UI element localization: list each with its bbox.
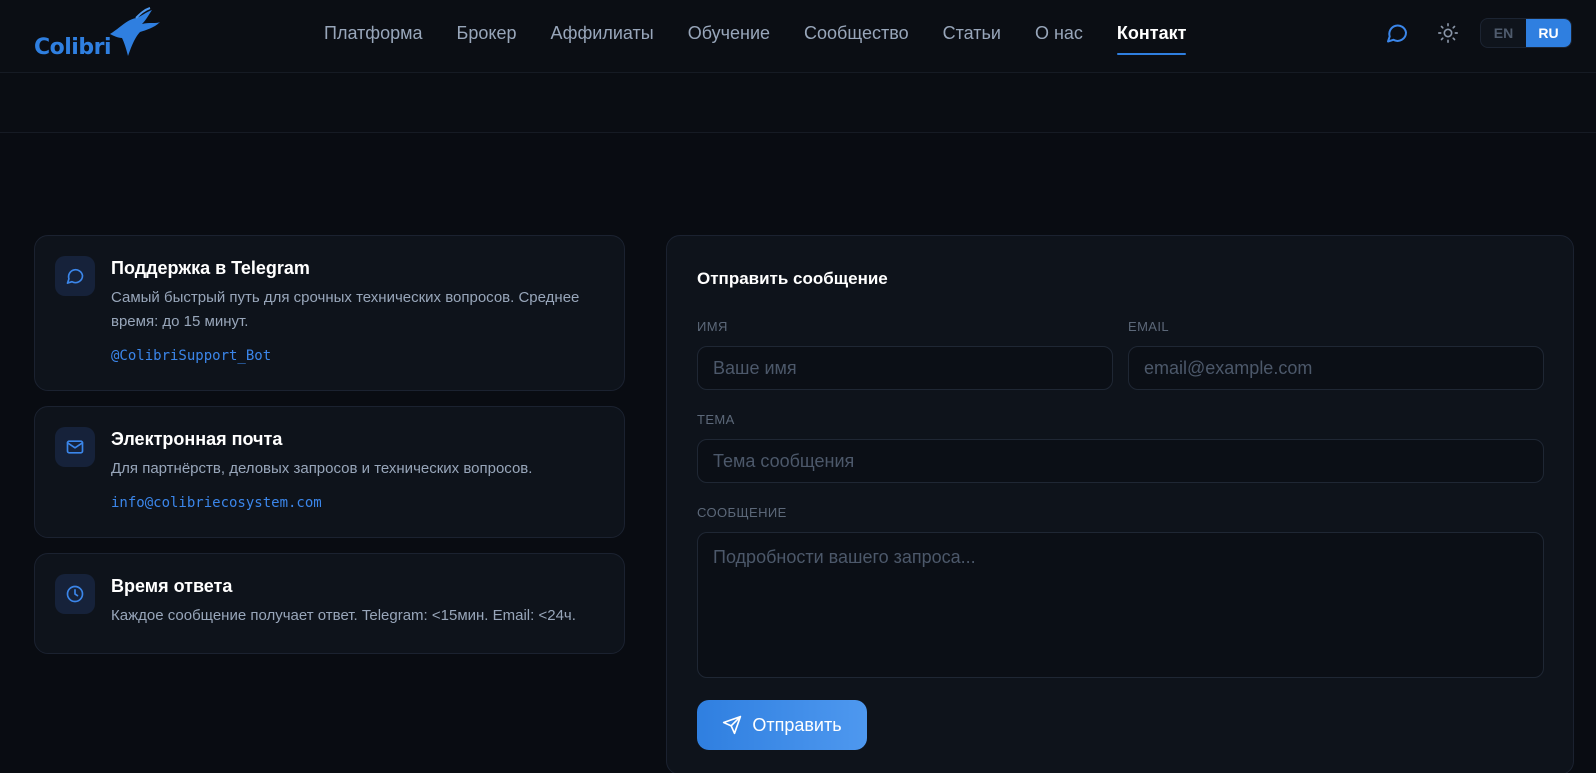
card-title: Время ответа (111, 576, 233, 596)
language-switcher: EN RU (1480, 18, 1572, 48)
name-input[interactable] (697, 346, 1113, 390)
nav-item-education[interactable]: Обучение (688, 22, 770, 56)
email-input[interactable] (1128, 346, 1544, 390)
email-card: Электронная почта Для партнёрств, деловы… (34, 406, 625, 538)
chat-icon[interactable] (1385, 21, 1409, 45)
nav-item-community[interactable]: Сообщество (804, 22, 909, 56)
sub-header-bar (0, 73, 1596, 133)
submit-button[interactable]: Отправить (697, 700, 867, 750)
mail-icon (66, 440, 84, 454)
main-nav: Платформа Брокер Аффилиаты Обучение Сооб… (324, 22, 1186, 56)
form-title: Отправить сообщение (697, 269, 888, 288)
lang-en-button[interactable]: EN (1481, 19, 1526, 47)
card-title: Поддержка в Telegram (111, 258, 310, 278)
nav-item-affiliates[interactable]: Аффилиаты (550, 22, 653, 56)
card-title: Электронная почта (111, 429, 283, 449)
telegram-support-card: Поддержка в Telegram Самый быстрый путь … (34, 235, 625, 391)
lang-ru-button[interactable]: RU (1526, 19, 1571, 47)
nav-item-platform[interactable]: Платформа (324, 22, 423, 56)
chat-icon (66, 268, 84, 284)
nav-item-about[interactable]: О нас (1035, 22, 1083, 56)
response-time-card: Время ответа Каждое сообщение получает о… (34, 553, 625, 654)
subject-input[interactable] (697, 439, 1544, 483)
contact-form: Отправить сообщение Имя Email Тема Сообщ… (666, 235, 1574, 773)
email-link[interactable]: info@colibriecosystem.com (111, 495, 322, 511)
sun-icon[interactable] (1437, 22, 1459, 44)
message-label: Сообщение (697, 505, 787, 520)
logo[interactable]: Colibri (32, 6, 162, 66)
clock-icon (66, 585, 84, 603)
submit-label: Отправить (752, 714, 842, 735)
nav-item-broker[interactable]: Брокер (457, 22, 517, 56)
send-icon (723, 715, 742, 735)
card-description: Каждое сообщение получает ответ. Telegra… (111, 607, 576, 624)
nav-item-articles[interactable]: Статьи (943, 22, 1001, 56)
name-label: Имя (697, 319, 728, 334)
message-textarea[interactable] (697, 532, 1544, 678)
hummingbird-icon (110, 7, 160, 56)
card-icon-box (55, 427, 95, 467)
card-description: Для партнёрств, деловых запросов и техни… (111, 460, 533, 477)
card-icon-box (55, 574, 95, 614)
subject-label: Тема (697, 412, 735, 427)
top-header: Colibri Платформа Брокер Аффилиаты Обуче… (0, 0, 1596, 73)
card-description: Самый быстрый путь для срочных техническ… (111, 289, 580, 330)
telegram-bot-link[interactable]: @ColibriSupport_Bot (111, 348, 271, 364)
card-icon-box (55, 256, 95, 296)
nav-item-contact[interactable]: Контакт (1116, 22, 1186, 56)
email-label: Email (1128, 319, 1170, 334)
logo-text: Colibri (34, 35, 111, 60)
